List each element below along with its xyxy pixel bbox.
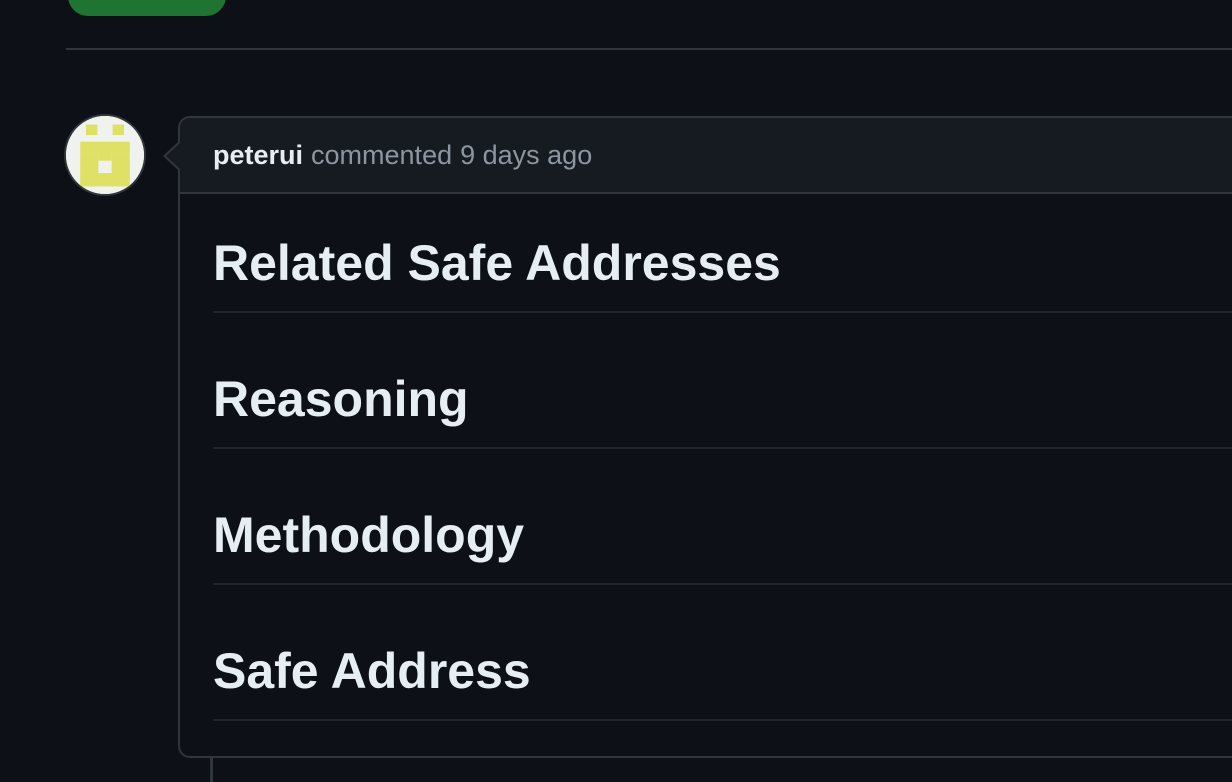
heading-related-safe-addresses: Related Safe Addresses <box>213 194 1232 313</box>
section-divider <box>66 48 1232 50</box>
identicon-avatar-icon <box>66 116 144 194</box>
comment-action: commented <box>311 139 453 170</box>
heading-methodology: Methodology <box>213 466 1232 585</box>
comment-header: peterui commented 9 days ago <box>180 118 1232 194</box>
comment-box: peterui commented 9 days ago Related Saf… <box>178 116 1232 758</box>
comment-author-link[interactable]: peterui <box>213 140 303 171</box>
green-action-button[interactable] <box>68 0 226 16</box>
heading-reasoning: Reasoning <box>213 330 1232 449</box>
page: peterui commented 9 days ago Related Saf… <box>0 0 1232 782</box>
avatar[interactable] <box>64 114 146 196</box>
comment-body: Related Safe Addresses Reasoning Methodo… <box>180 194 1232 721</box>
comment-timestamp-link[interactable]: 9 days ago <box>460 140 592 171</box>
timeline-line <box>210 756 213 782</box>
comment-pointer-inner <box>166 143 180 169</box>
heading-safe-address: Safe Address <box>213 602 1232 721</box>
